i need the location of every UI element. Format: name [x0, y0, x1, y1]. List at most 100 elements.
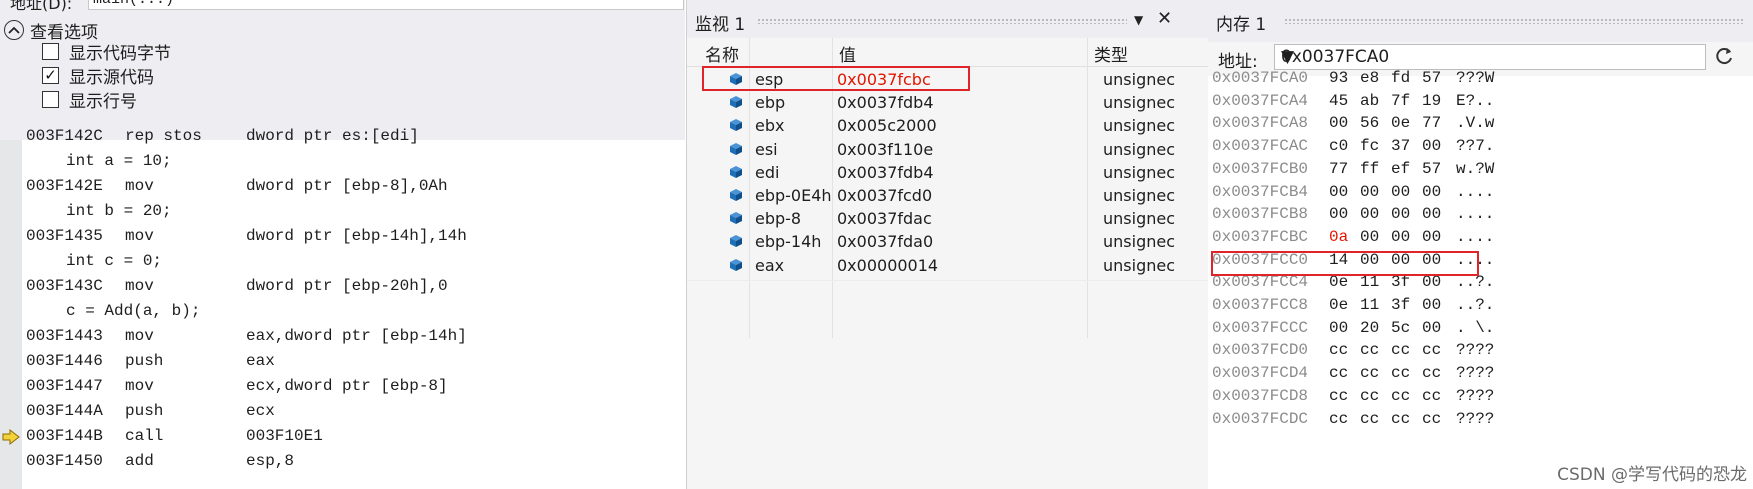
watch-name[interactable]: eax — [755, 256, 784, 275]
memory-byte[interactable]: 00 — [1422, 202, 1453, 227]
memory-byte[interactable]: 00 — [1360, 202, 1391, 227]
memory-byte[interactable]: cc — [1329, 361, 1360, 386]
source-line[interactable]: int c = 0; — [66, 249, 162, 274]
watch-row-eax[interactable]: eax 0x00000014 unsignec — [687, 253, 1208, 279]
memory-byte[interactable]: 56 — [1360, 111, 1391, 136]
watch-name[interactable]: esi — [755, 140, 778, 159]
memory-byte[interactable]: 7f — [1391, 89, 1422, 114]
memory-byte[interactable]: 00 — [1360, 225, 1391, 250]
memory-byte[interactable]: 0a — [1329, 225, 1360, 250]
memory-byte[interactable]: cc — [1360, 384, 1391, 409]
option-show-code-bytes[interactable]: 显示代码字节 — [42, 40, 171, 64]
memory-byte[interactable]: e8 — [1360, 66, 1391, 91]
memory-byte[interactable]: 00 — [1360, 180, 1391, 205]
memory-byte[interactable]: fc — [1360, 134, 1391, 159]
watch-value[interactable]: 0x0037fdb4 — [837, 93, 934, 112]
memory-bytes[interactable]: 00 00 00 00 — [1329, 180, 1453, 205]
memory-byte[interactable]: cc — [1391, 384, 1422, 409]
memory-byte[interactable]: 00 — [1422, 293, 1453, 318]
memory-dump[interactable]: 0x0037FCA0 93 e8 fd 57 ???W 0x0037FCA4 45 ab 7f 19… — [1208, 69, 1753, 489]
memory-byte[interactable]: 00 — [1329, 316, 1360, 341]
memory-byte[interactable]: 00 — [1391, 225, 1422, 250]
memory-bytes[interactable]: cc cc cc cc — [1329, 384, 1453, 409]
memory-bytes[interactable]: cc cc cc cc — [1329, 407, 1453, 432]
source-line[interactable]: int a = 10; — [66, 149, 172, 174]
dropdown-icon[interactable]: ▼ — [1134, 13, 1143, 27]
close-icon[interactable]: ✕ — [1157, 8, 1172, 29]
watch-name[interactable]: ebp-14h — [755, 232, 821, 251]
memory-byte[interactable]: 19 — [1422, 89, 1453, 114]
memory-byte[interactable]: 00 — [1391, 180, 1422, 205]
memory-byte[interactable]: 45 — [1329, 89, 1360, 114]
memory-byte[interactable]: cc — [1360, 338, 1391, 363]
watch-value[interactable]: 0x0037fdb4 — [837, 163, 934, 182]
memory-bytes[interactable]: 93 e8 fd 57 — [1329, 66, 1453, 91]
checkbox-show-code-bytes[interactable] — [42, 42, 59, 60]
memory-byte[interactable]: cc — [1329, 407, 1360, 432]
memory-byte[interactable]: cc — [1391, 407, 1422, 432]
memory-bytes[interactable]: 45 ab 7f 19 — [1329, 89, 1453, 114]
memory-byte[interactable]: 37 — [1391, 134, 1422, 159]
watch-name[interactable]: ebp — [755, 93, 785, 112]
memory-byte[interactable]: 00 — [1422, 225, 1453, 250]
watch-name[interactable]: ebp-0E4h — [755, 186, 832, 205]
watch-value[interactable]: 0x00000014 — [837, 256, 938, 275]
memory-byte[interactable]: cc — [1329, 384, 1360, 409]
memory-bytes[interactable]: 00 20 5c 00 — [1329, 316, 1453, 341]
memory-byte[interactable]: 20 — [1360, 316, 1391, 341]
memory-byte[interactable]: 57 — [1422, 157, 1453, 182]
watch-value[interactable]: 0x005c2000 — [837, 116, 937, 135]
watch-name[interactable]: ebx — [755, 116, 784, 135]
col-header-name[interactable]: 名称 — [705, 41, 739, 66]
memory-byte[interactable]: 00 — [1329, 111, 1360, 136]
memory-byte[interactable]: cc — [1329, 338, 1360, 363]
option-show-source[interactable]: ✓ 显示源代码 — [42, 64, 154, 88]
memory-byte[interactable]: 93 — [1329, 66, 1360, 91]
memory-byte[interactable]: 00 — [1422, 134, 1453, 159]
memory-byte[interactable]: fd — [1391, 66, 1422, 91]
watch-value[interactable]: 0x003f110e — [837, 140, 933, 159]
memory-bytes[interactable]: 0a 00 00 00 — [1329, 225, 1453, 250]
watch-name[interactable]: ebp-8 — [755, 209, 801, 228]
memory-byte[interactable]: 77 — [1422, 111, 1453, 136]
memory-byte[interactable]: cc — [1422, 384, 1453, 409]
watch-row-ebx[interactable]: ebx 0x005c2000 unsignec — [687, 113, 1208, 139]
memory-byte[interactable]: ff — [1360, 157, 1391, 182]
watch-row-ebp[interactable]: ebp 0x0037fdb4 unsignec — [687, 90, 1208, 116]
col-header-type[interactable]: 类型 — [1094, 41, 1128, 66]
watch-row-esi[interactable]: esi 0x003f110e unsignec — [687, 137, 1208, 163]
memory-bytes[interactable]: 00 00 00 00 — [1329, 202, 1453, 227]
memory-byte[interactable]: 00 — [1329, 180, 1360, 205]
watch-value[interactable]: 0x0037fcd0 — [837, 186, 932, 205]
memory-byte[interactable]: 0e — [1391, 111, 1422, 136]
checkbox-show-source[interactable]: ✓ — [42, 66, 59, 84]
option-show-line-numbers[interactable]: 显示行号 — [42, 88, 137, 112]
memory-bytes[interactable]: cc cc cc cc — [1329, 338, 1453, 363]
memory-bytes[interactable]: cc cc cc cc — [1329, 361, 1453, 386]
memory-byte[interactable]: 00 — [1329, 202, 1360, 227]
watch-value[interactable]: 0x0037fdac — [837, 209, 932, 228]
memory-byte[interactable]: c0 — [1329, 134, 1360, 159]
memory-byte[interactable]: 57 — [1422, 66, 1453, 91]
source-line[interactable]: int b = 20; — [66, 199, 172, 224]
memory-bytes[interactable]: 77 ff ef 57 — [1329, 157, 1453, 182]
dropdown-icon[interactable]: ▼ — [1281, 47, 1699, 67]
memory-byte[interactable]: ab — [1360, 89, 1391, 114]
checkbox-show-line-numbers[interactable] — [42, 90, 59, 108]
memory-byte[interactable]: cc — [1422, 338, 1453, 363]
col-header-value[interactable]: 值 — [839, 41, 856, 66]
memory-byte[interactable]: cc — [1422, 361, 1453, 386]
memory-byte[interactable]: cc — [1391, 361, 1422, 386]
memory-byte[interactable]: 5c — [1391, 316, 1422, 341]
memory-byte[interactable]: 11 — [1360, 293, 1391, 318]
memory-byte[interactable]: cc — [1391, 338, 1422, 363]
memory-byte[interactable]: 3f — [1391, 293, 1422, 318]
memory-byte[interactable]: 77 — [1329, 157, 1360, 182]
memory-bytes[interactable]: 00 56 0e 77 — [1329, 111, 1453, 136]
watch-row-edi[interactable]: edi 0x0037fdb4 unsignec — [687, 160, 1208, 186]
memory-bytes[interactable]: c0 fc 37 00 — [1329, 134, 1453, 159]
memory-byte[interactable]: 00 — [1422, 316, 1453, 341]
memory-byte[interactable]: 00 — [1422, 180, 1453, 205]
watch-row-ebp-0E4h[interactable]: ebp-0E4h 0x0037fcd0 unsignec — [687, 183, 1208, 209]
code-gutter[interactable] — [0, 140, 22, 489]
